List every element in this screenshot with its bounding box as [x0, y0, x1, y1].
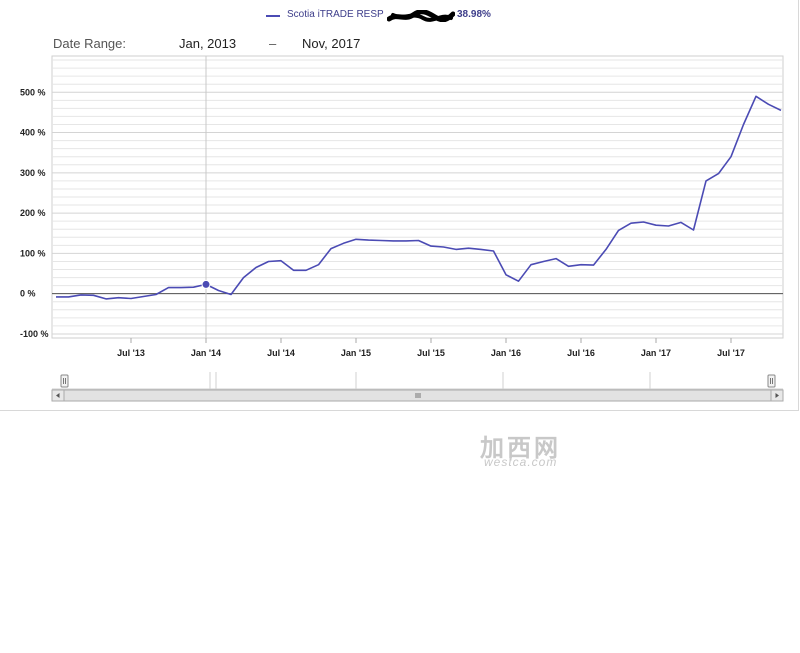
y-tick-label: -100 % [20, 329, 49, 339]
y-tick-label: 0 % [20, 289, 36, 299]
y-tick-label: 200 % [20, 208, 46, 218]
watermark-site: westca.com [484, 455, 558, 469]
x-tick-label: Jul '15 [417, 348, 445, 358]
navigator-handle[interactable] [60, 374, 69, 388]
x-tick-label: Jul '17 [717, 348, 745, 358]
highlighted-point[interactable] [201, 279, 211, 289]
x-tick-label: Jul '16 [567, 348, 595, 358]
y-tick-label: 400 % [20, 128, 46, 138]
navigator-handle[interactable] [767, 374, 776, 388]
line-chart[interactable]: 500 % 400 % 300 % 200 % 100 % 0 % -100 % Jul '1… [0, 0, 800, 410]
y-tick-label: 500 % [20, 87, 46, 97]
x-tick-label: Jan '17 [641, 348, 671, 358]
x-tick-label: Jan '14 [191, 348, 221, 358]
x-tick-label: Jul '13 [117, 348, 145, 358]
y-tick-label: 100 % [20, 248, 46, 258]
x-tick-label: Jan '16 [491, 348, 521, 358]
x-tick-label: Jan '15 [341, 348, 371, 358]
x-tick-label: Jul '14 [267, 348, 295, 358]
chart-widget: Scotia iTRADE RESP 38.98% Date Range: Ja… [0, 0, 799, 411]
y-tick-label: 300 % [20, 168, 46, 178]
